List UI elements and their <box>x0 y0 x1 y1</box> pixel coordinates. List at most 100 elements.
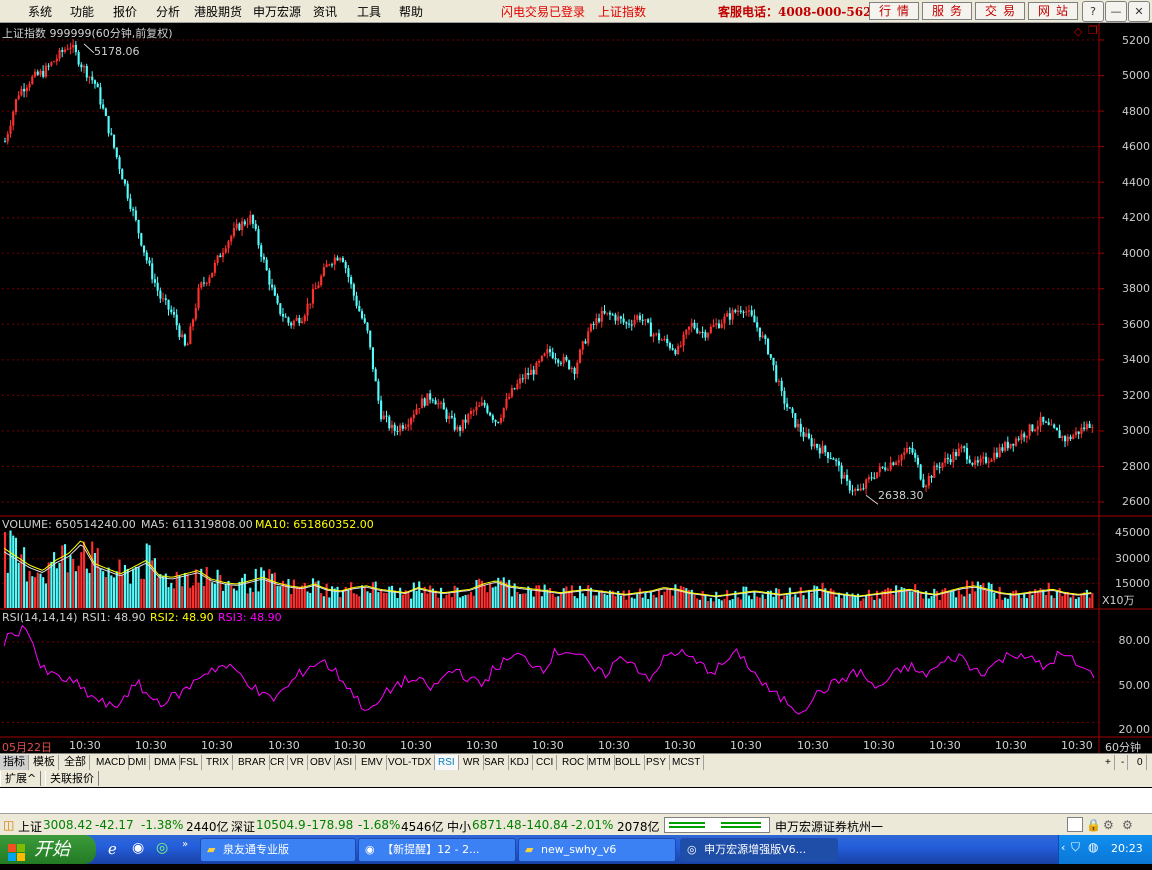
price-candle <box>581 341 584 350</box>
clock[interactable]: 20:23 <box>1111 842 1143 855</box>
volume-bar <box>532 596 535 608</box>
task-swhy-enhanced[interactable]: ◎ 申万宏源增强版V6... <box>680 838 838 862</box>
tab-vr[interactable]: VR <box>287 755 308 770</box>
task-new-swhy[interactable]: ▰ new_swhy_v6 <box>518 838 676 862</box>
price-candle <box>938 466 941 468</box>
tab-asi[interactable]: ASI <box>333 755 357 770</box>
indicator-add-button[interactable]: + <box>1102 755 1115 770</box>
tab-all[interactable]: 全部 <box>61 755 90 770</box>
quicklaunch-more-icon[interactable]: » <box>182 839 188 850</box>
tab-macd[interactable]: MACD <box>93 755 130 770</box>
close-icon[interactable]: ✕ <box>1128 1 1150 22</box>
tab-emv[interactable]: EMV <box>358 755 387 770</box>
price-candle <box>410 418 413 425</box>
task-quanyoutong[interactable]: ▰ 泉友通专业版 <box>200 838 356 862</box>
price-candle <box>505 398 508 408</box>
menu-help[interactable]: 帮助 <box>399 3 423 20</box>
shield-icon[interactable]: ⛉ <box>1071 840 1080 855</box>
chart-mode-icon[interactable]: ◇ <box>1074 25 1082 38</box>
tab-market[interactable]: 行情 <box>869 2 919 20</box>
menu-tools[interactable]: 工具 <box>357 3 381 20</box>
status-alert-icon[interactable]: ◫ <box>3 818 14 832</box>
volume-tick: 30000 <box>1115 552 1150 565</box>
task-reminder[interactable]: ◉ 【新提醒】12 - 2... <box>358 838 516 862</box>
browser-icon[interactable]: ◉ <box>132 840 144 856</box>
volume-bar <box>292 579 295 608</box>
help-icon[interactable]: ? <box>1082 1 1104 22</box>
volume-bar <box>369 592 372 608</box>
tab-indicator[interactable]: 指标 <box>0 755 29 770</box>
price-candle <box>726 313 729 317</box>
menu-system[interactable]: 系统 <box>28 3 52 20</box>
tab-psy[interactable]: PSY <box>643 755 671 770</box>
volume-bar <box>818 597 821 608</box>
price-candle <box>91 76 94 81</box>
ie-icon[interactable]: ℯ <box>108 840 117 858</box>
menu-analysis[interactable]: 分析 <box>156 3 180 20</box>
price-candle <box>963 446 966 448</box>
tab-service[interactable]: 服务 <box>922 2 972 20</box>
menu-info[interactable]: 资讯 <box>313 3 337 20</box>
chart-canvas[interactable] <box>0 23 1152 756</box>
tab-fsl[interactable]: FSL <box>177 755 203 770</box>
tab-cr[interactable]: CR <box>267 755 289 770</box>
volume-bar <box>745 586 748 608</box>
window-icon[interactable] <box>1067 817 1083 832</box>
tab-rsi[interactable]: RSI <box>435 755 459 770</box>
volume-bar <box>407 591 410 608</box>
start-button[interactable]: 开始 <box>0 835 96 864</box>
tab-brar[interactable]: BRAR <box>235 755 270 770</box>
indicator-remove-button[interactable]: - <box>1118 755 1129 770</box>
tab-mcst[interactable]: MCST <box>669 755 705 770</box>
folder-icon: ▰ <box>525 843 534 856</box>
price-tick: 5200 <box>1122 34 1150 47</box>
price-candle <box>510 388 513 397</box>
price-candle <box>1050 424 1053 426</box>
volume-bar <box>1020 598 1023 608</box>
price-candle <box>325 264 328 268</box>
price-candle <box>968 459 971 463</box>
tab-dma[interactable]: DMA <box>151 755 181 770</box>
price-candle <box>301 321 304 324</box>
volume-bar <box>641 597 644 608</box>
price-candle <box>829 458 832 460</box>
price-tick: 3600 <box>1122 318 1150 331</box>
tab-trix[interactable]: TRIX <box>203 755 233 770</box>
x-tick: 10:30 <box>466 739 498 752</box>
menu-hk-futures[interactable]: 港股期货 <box>194 3 242 20</box>
app-icon: ◎ <box>687 843 697 856</box>
tab-boll[interactable]: BOLL <box>612 755 645 770</box>
system-tray: ‹ ⛉ ◍ 20:23 <box>1058 835 1152 864</box>
tray-expand-icon[interactable]: ‹ <box>1061 841 1065 854</box>
tab-cci[interactable]: CCI <box>533 755 558 770</box>
chart-maximize-icon[interactable]: ❐ <box>1088 24 1098 37</box>
price-candle <box>889 462 892 470</box>
task-label: new_swhy_v6 <box>540 843 617 856</box>
tab-extend[interactable]: 扩展^ <box>0 771 42 786</box>
tab-sar[interactable]: SAR <box>481 755 509 770</box>
price-candle <box>257 229 260 246</box>
price-tick: 2600 <box>1122 495 1150 508</box>
settings-icon[interactable]: ⚙ <box>1122 818 1133 832</box>
menu-function[interactable]: 功能 <box>70 3 94 20</box>
tab-kdj[interactable]: KDJ <box>507 755 533 770</box>
menu-swhy[interactable]: 申万宏源 <box>253 3 301 20</box>
signal-icon[interactable]: ⚙ <box>1103 818 1114 832</box>
minimize-icon[interactable]: — <box>1105 1 1127 22</box>
tab-website[interactable]: 网站 <box>1028 2 1078 20</box>
tab-template[interactable]: 模板 <box>30 755 59 770</box>
tab-mtm[interactable]: MTM <box>585 755 615 770</box>
tab-dmi[interactable]: DMI <box>125 755 151 770</box>
volume-bar <box>508 579 511 608</box>
tab-roc[interactable]: ROC <box>559 755 589 770</box>
kline-chart-area[interactable]: 上证指数 999999(60分钟,前复权) ◇ ❐ 5178.06 2638.3… <box>0 23 1152 756</box>
tab-obv[interactable]: OBV <box>307 755 336 770</box>
lock-icon[interactable]: 🔒 <box>1086 818 1101 832</box>
network-icon[interactable]: ◍ <box>1088 840 1098 854</box>
app-icon[interactable]: ◎ <box>156 840 168 856</box>
tab-trade[interactable]: 交易 <box>975 2 1025 20</box>
menu-quote[interactable]: 报价 <box>113 3 137 20</box>
tab-vol-tdx[interactable]: VOL-TDX <box>385 755 436 770</box>
indicator-reset-button[interactable]: 0 <box>1134 755 1147 770</box>
tab-related-quotes[interactable]: 关联报价 <box>45 771 99 786</box>
